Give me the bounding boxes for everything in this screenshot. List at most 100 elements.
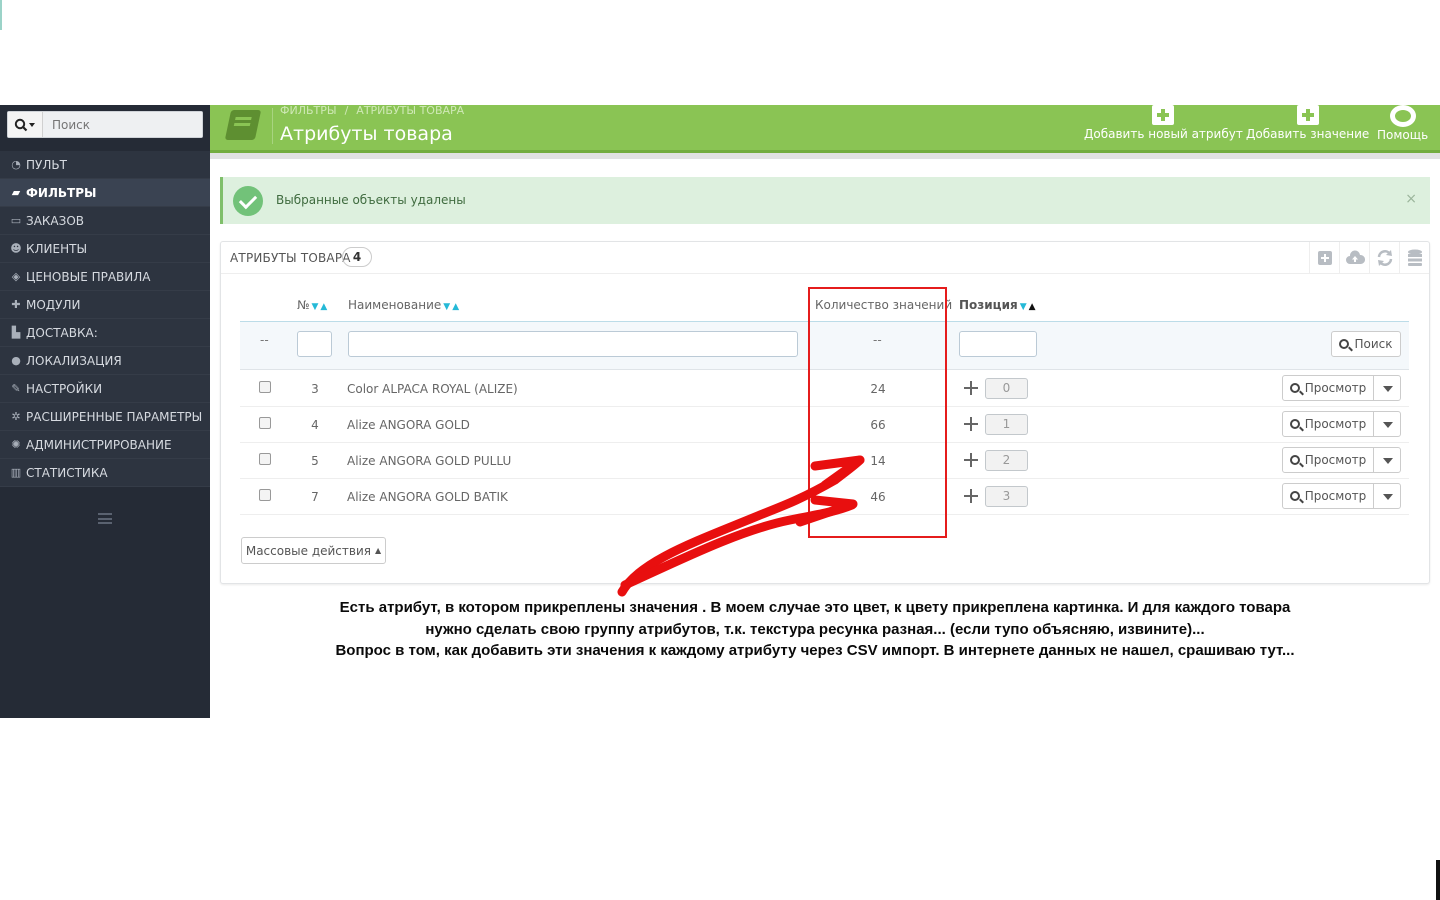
sidebar-item-settings[interactable]: ✎ НАСТРОЙКИ — [0, 375, 210, 403]
cloud-upload-icon — [1345, 250, 1365, 264]
search-icon — [1339, 339, 1350, 349]
sort-desc-icon[interactable]: ▼ — [1020, 302, 1027, 312]
row-id: 3 — [311, 382, 319, 396]
row-position: 0 — [985, 378, 1028, 399]
row-actions-dropdown[interactable] — [1373, 411, 1401, 437]
page-title: Атрибуты товара — [280, 123, 453, 145]
plus-icon — [1152, 105, 1175, 125]
panel-toolbar — [1309, 242, 1429, 274]
sort-desc-icon[interactable]: ▼ — [443, 302, 450, 312]
sidebar-item-localization[interactable]: ● ЛОКАЛИЗАЦИЯ — [0, 347, 210, 375]
wrench-icon: ✎ — [11, 382, 21, 395]
add-value-button[interactable]: Добавить значение — [1246, 105, 1369, 145]
filter-id-input[interactable] — [297, 331, 332, 357]
zoom-icon — [1289, 455, 1300, 465]
sort-asc-icon[interactable]: ▲ — [452, 302, 459, 312]
book-icon — [224, 106, 264, 144]
caret-up-icon: ▲ — [375, 546, 382, 555]
bulk-actions-button[interactable]: Массовые действия ▲ — [241, 537, 386, 564]
row-actions-dropdown[interactable] — [1373, 447, 1401, 473]
drag-handle-icon[interactable] — [963, 380, 979, 396]
row-name[interactable]: Color ALPACA ROYAL (ALIZE) — [347, 382, 518, 396]
sidebar-item-filters[interactable]: ▰ ФИЛЬТРЫ — [0, 179, 210, 207]
view-button[interactable]: Просмотр — [1282, 375, 1374, 401]
sidebar-menu: ◔ ПУЛЬТ ▰ ФИЛЬТРЫ ▭ ЗАКАЗОВ ☻ КЛИЕНТЫ ◈ … — [0, 151, 210, 487]
sort-asc-icon[interactable]: ▲ — [1029, 302, 1036, 312]
filter-name-input[interactable] — [348, 331, 798, 357]
sort-asc-icon[interactable]: ▲ — [320, 302, 327, 312]
drag-handle-icon[interactable] — [963, 416, 979, 432]
breadcrumb-attributes[interactable]: АТРИБУТЫ ТОВАРА — [356, 104, 464, 117]
row-name[interactable]: Alize ANGORA GOLD PULLU — [347, 454, 511, 468]
book-icon: ▰ — [11, 186, 21, 199]
collapse-menu-icon[interactable] — [98, 513, 112, 524]
database-icon — [1407, 249, 1422, 266]
help-button[interactable]: Помощь — [1377, 105, 1428, 145]
sidebar-item-label: ДОСТАВКА: — [26, 325, 98, 340]
sort-desc-icon[interactable]: ▼ — [311, 302, 318, 312]
search-scope-button[interactable] — [8, 112, 43, 137]
row-actions-dropdown[interactable] — [1373, 375, 1401, 401]
row-name[interactable]: Alize ANGORA GOLD — [347, 418, 470, 432]
drag-handle-icon[interactable] — [963, 488, 979, 504]
screenshot-stage: ◔ ПУЛЬТ ▰ ФИЛЬТРЫ ▭ ЗАКАЗОВ ☻ КЛИЕНТЫ ◈ … — [0, 0, 1440, 900]
row-actions-dropdown[interactable] — [1373, 483, 1401, 509]
row-checkbox[interactable] — [259, 417, 271, 429]
sidebar-item-advanced[interactable]: ✲ РАСШИРЕННЫЕ ПАРАМЕТРЫ — [0, 403, 210, 431]
refresh-icon — [1377, 250, 1392, 266]
edge-mark — [0, 0, 2, 30]
row-name[interactable]: Alize ANGORA GOLD BATIK — [347, 490, 508, 504]
column-name-label: Наименование — [348, 298, 442, 312]
alert-close-button[interactable]: × — [1405, 191, 1417, 207]
sidebar-item-label: АДМИНИСТРИРОВАНИЕ — [26, 437, 172, 452]
sidebar-item-label: ФИЛЬТРЫ — [26, 185, 97, 200]
sql-query-tool[interactable] — [1399, 242, 1429, 274]
row-checkbox[interactable] — [259, 489, 271, 501]
export-tool[interactable] — [1339, 242, 1369, 274]
sidebar-item-label: МОДУЛИ — [26, 297, 81, 312]
annotation-line: Есть атрибут, в котором прикреплены знач… — [339, 599, 1291, 616]
view-button[interactable]: Просмотр — [1282, 447, 1374, 473]
breadcrumb: ФИЛЬТРЫ / АТРИБУТЫ ТОВАРА — [280, 104, 464, 117]
filter-position-input[interactable] — [959, 331, 1037, 357]
view-button[interactable]: Просмотр — [1282, 483, 1374, 509]
sidebar-item-label: КЛИЕНТЫ — [26, 241, 88, 256]
globe-icon: ● — [11, 354, 21, 367]
sidebar-item-label: РАСШИРЕННЫЕ ПАРАМЕТРЫ — [26, 409, 203, 424]
add-new-tool[interactable] — [1309, 242, 1339, 274]
filter-search-label: Поиск — [1354, 337, 1393, 351]
sidebar-item-label: ЛОКАЛИЗАЦИЯ — [26, 353, 122, 368]
view-label: Просмотр — [1304, 453, 1367, 467]
plus-icon — [1296, 105, 1319, 125]
sidebar-item-modules[interactable]: ✚ МОДУЛИ — [0, 291, 210, 319]
sidebar-item-administration[interactable]: ✺ АДМИНИСТРИРОВАНИЕ — [0, 431, 210, 459]
success-alert: Выбранные объекты удалены × — [220, 177, 1430, 224]
breadcrumb-filters[interactable]: ФИЛЬТРЫ — [280, 104, 337, 117]
sidebar-item-statistics[interactable]: ▥ СТАТИСТИКА — [0, 459, 210, 487]
plus-square-icon — [1317, 251, 1332, 265]
drag-handle-icon[interactable] — [963, 452, 979, 468]
column-header-position: Позиция ▼ ▲ — [959, 298, 1036, 312]
filter-search-button[interactable]: Поиск — [1331, 331, 1401, 357]
sidebar-item-price-rules[interactable]: ◈ ЦЕНОВЫЕ ПРАВИЛА — [0, 263, 210, 291]
search-input[interactable] — [43, 112, 202, 137]
sidebar-item-dashboard[interactable]: ◔ ПУЛЬТ — [0, 151, 210, 179]
view-button[interactable]: Просмотр — [1282, 411, 1374, 437]
add-attribute-button[interactable]: Добавить новый атрибут — [1084, 105, 1243, 145]
row-position: 3 — [985, 486, 1028, 507]
sidebar-item-orders[interactable]: ▭ ЗАКАЗОВ — [0, 207, 210, 235]
refresh-tool[interactable] — [1369, 242, 1399, 274]
sidebar-item-customers[interactable]: ☻ КЛИЕНТЫ — [0, 235, 210, 263]
zoom-icon — [1289, 419, 1300, 429]
help-label: Помощь — [1377, 128, 1429, 142]
sidebar-item-shipping[interactable]: ▙ ДОСТАВКА: — [0, 319, 210, 347]
tags-icon: ◈ — [11, 270, 21, 283]
zoom-icon — [1289, 491, 1300, 501]
lifebuoy-icon — [1389, 105, 1416, 127]
users-icon: ☻ — [10, 242, 22, 255]
sidebar-item-label: ЦЕНОВЫЕ ПРАВИЛА — [26, 269, 151, 284]
row-checkbox[interactable] — [259, 381, 271, 393]
row-checkbox[interactable] — [259, 453, 271, 465]
zoom-icon — [1289, 383, 1300, 393]
column-position-label: Позиция — [959, 298, 1018, 312]
